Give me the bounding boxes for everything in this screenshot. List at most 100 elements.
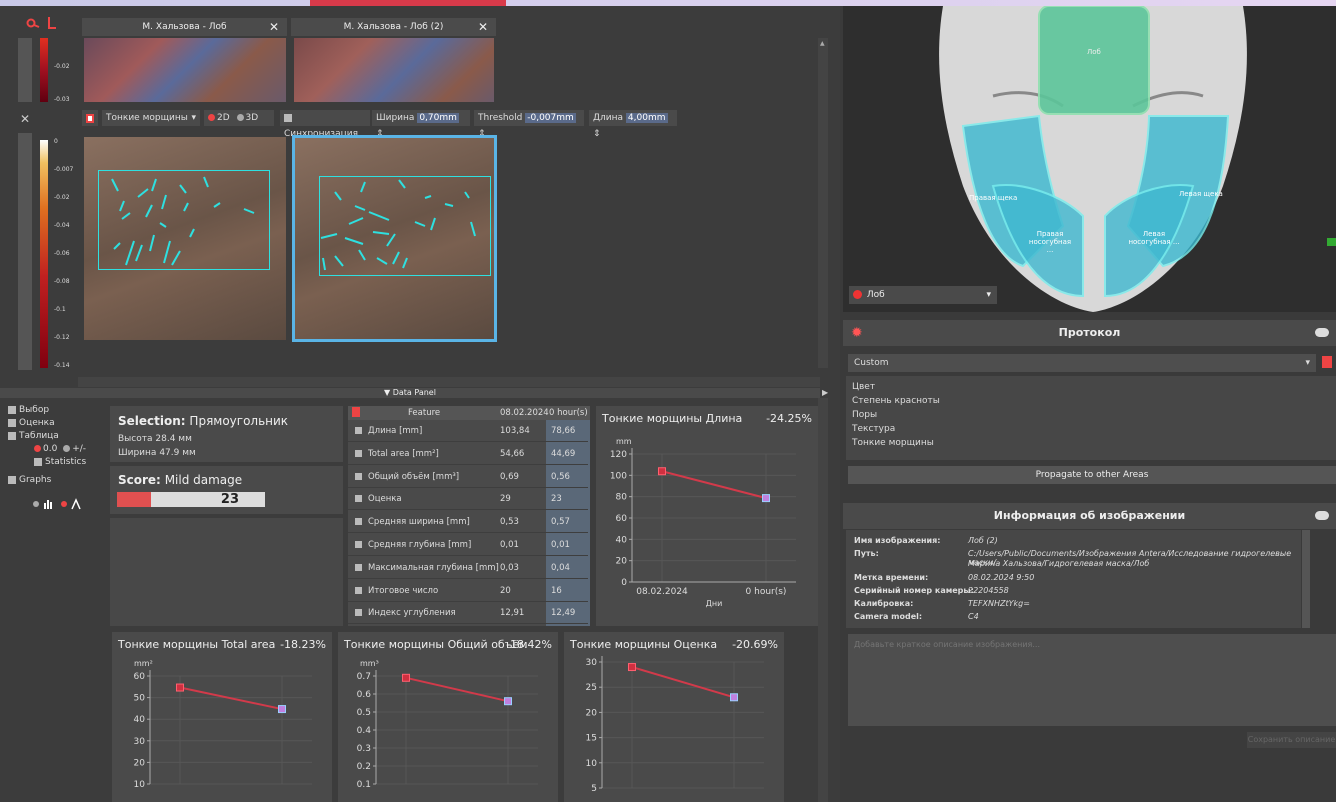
zone-select-value: Лоб — [866, 290, 885, 300]
close-icon[interactable]: ✕ — [269, 18, 279, 36]
horizontal-scrollbar[interactable] — [78, 377, 820, 387]
y-tick-label: 10 — [586, 759, 598, 769]
feature-name: Максимальная глубина [mm] — [368, 562, 499, 573]
data-point[interactable] — [762, 494, 770, 503]
zone-label-forehead: Лоб — [1087, 48, 1101, 56]
value-hours: 23 — [551, 494, 562, 505]
radio-3d[interactable] — [236, 114, 244, 121]
save-icon[interactable] — [1322, 356, 1332, 368]
data-point[interactable] — [730, 693, 738, 702]
table-row[interactable]: Оценка 29 23 — [348, 488, 588, 511]
table-row[interactable]: Total area [mm²] 54,66 44,69 — [348, 443, 588, 465]
info-value: 22204558 — [968, 586, 1009, 595]
checkbox-icon[interactable] — [355, 495, 362, 503]
checkbox-icon[interactable] — [355, 563, 362, 571]
graph-type-selector[interactable] — [32, 498, 102, 510]
protocol-item[interactable]: Поры — [852, 408, 1330, 422]
measure-icon[interactable] — [46, 16, 58, 30]
export-icon[interactable] — [352, 407, 360, 417]
close-icon[interactable]: ✕ — [478, 18, 488, 36]
chart-total-area: Тонкие морщины Total area -18.23% 10 20 30… — [112, 632, 332, 802]
y-tick-label: 100 — [610, 471, 627, 481]
value-date: 12,91 — [500, 608, 525, 619]
checkbox-icon[interactable] — [355, 541, 362, 548]
data-point[interactable] — [278, 705, 286, 714]
y-tick-label: 0.2 — [357, 762, 371, 772]
option-value-radio[interactable]: 0.0 +/- — [34, 444, 103, 454]
table-row[interactable]: Индекс углубления 12,91 12,49 — [348, 602, 588, 625]
info-scrollbar[interactable] — [1302, 530, 1310, 628]
checkbox-icon[interactable] — [355, 427, 362, 434]
data-point[interactable] — [628, 663, 636, 672]
checkbox-icon — [34, 457, 42, 466]
length-label: Длина — [593, 113, 624, 123]
value-hours: 78,66 — [551, 426, 576, 436]
length-spinbox[interactable]: 4,00mm — [625, 113, 668, 123]
delete-icon[interactable] — [82, 110, 98, 126]
checkbox-icon[interactable] — [355, 449, 362, 457]
zoom-icon[interactable] — [26, 18, 40, 28]
protocol-item[interactable]: Тонкие морщины — [852, 436, 1330, 450]
y-tick-label: 15 — [586, 734, 597, 744]
checkbox-icon — [284, 113, 292, 122]
table-row[interactable]: Общий объём [mm³] 0,69 0,56 — [348, 466, 588, 488]
tab-image-2[interactable]: М. Хальзова - Лоб (2) ✕ — [291, 18, 496, 36]
option-select[interactable]: Выбор — [8, 405, 103, 415]
scale-handle[interactable] — [18, 133, 32, 370]
skin-image-right-selected[interactable] — [292, 135, 497, 342]
image-description-input[interactable] — [848, 634, 1336, 726]
propagate-button[interactable]: Propagate to other Areas — [848, 466, 1336, 484]
mode-select[interactable]: Тонкие морщины ▾ — [102, 110, 200, 126]
table-row[interactable]: Длина [mm] 103,84 78,66 — [348, 420, 588, 442]
protocol-preset-select[interactable]: Custom ▾ — [848, 354, 1316, 372]
option-table[interactable]: Таблица — [8, 431, 103, 441]
image-info-toggle[interactable] — [1315, 511, 1329, 520]
option-statistics[interactable]: Statistics — [34, 457, 103, 467]
data-point[interactable] — [402, 673, 410, 682]
data-panel-label: ▼ Data Panel — [384, 388, 436, 397]
close-icon[interactable]: ✕ — [20, 112, 30, 126]
sync-checkbox[interactable]: Синхронизация — [280, 110, 370, 139]
column-header-date: 08.02.2024 — [500, 408, 549, 418]
image-thumbnail[interactable] — [294, 38, 494, 102]
table-row[interactable]: Итоговое число 20 16 — [348, 580, 588, 602]
checkbox-icon — [8, 418, 16, 427]
scroll-up-icon[interactable]: ▲ — [820, 40, 826, 47]
data-point[interactable] — [504, 697, 512, 706]
tab-image-1[interactable]: М. Хальзова - Лоб ✕ — [82, 18, 287, 36]
table-row[interactable]: Средняя ширина [mm] 0,53 0,57 — [348, 511, 588, 534]
spin-arrows-icon[interactable]: ⇕ — [593, 129, 601, 139]
vertical-scrollbar[interactable] — [818, 38, 828, 368]
image-thumbnail[interactable] — [84, 38, 286, 102]
width-spinbox[interactable]: 0,70mm — [417, 113, 459, 123]
expand-right-icon[interactable]: ▶ — [822, 388, 832, 398]
score-title: Score: — [118, 473, 161, 487]
checkbox-icon[interactable] — [355, 518, 362, 526]
protocol-item[interactable]: Цвет — [852, 380, 1330, 394]
threshold-spinbox[interactable]: -0,007mm — [525, 113, 576, 123]
zone-select[interactable]: Лоб ▾ — [849, 286, 997, 304]
info-key: Имя изображения: — [854, 536, 941, 545]
option-graphs[interactable]: Graphs — [8, 475, 103, 485]
radio-2d[interactable] — [208, 114, 215, 121]
table-row[interactable]: Средняя глубина [mm] 0,01 0,01 — [348, 534, 588, 556]
data-point[interactable] — [658, 467, 666, 476]
checkbox-icon[interactable] — [355, 472, 362, 480]
face-3d-view[interactable]: Лоб Правая щека Левая щека Правая носогу… — [843, 6, 1336, 312]
scale-tick: -0.02 — [54, 194, 70, 201]
protocol-item[interactable]: Степень красноты — [852, 394, 1330, 408]
protocol-toggle[interactable] — [1315, 328, 1329, 337]
save-description-button[interactable]: Сохранить описание — [1247, 732, 1336, 748]
protocol-item[interactable]: Текстура — [852, 422, 1330, 436]
skin-image-left[interactable] — [84, 137, 286, 340]
table-row[interactable]: Максимальная глубина [mm] 0,03 0,04 — [348, 557, 588, 579]
data-point[interactable] — [176, 683, 184, 692]
checkbox-icon[interactable] — [355, 609, 362, 617]
option-score[interactable]: Оценка — [8, 418, 103, 428]
scale-handle[interactable] — [18, 38, 32, 102]
data-panel-scrollbar[interactable] — [818, 398, 828, 802]
data-panel-toggle[interactable]: ▼ Data Panel — [0, 388, 820, 398]
value-date: 0,53 — [500, 517, 519, 528]
checkbox-icon[interactable] — [355, 586, 362, 594]
zone-forehead[interactable] — [1038, 6, 1150, 115]
